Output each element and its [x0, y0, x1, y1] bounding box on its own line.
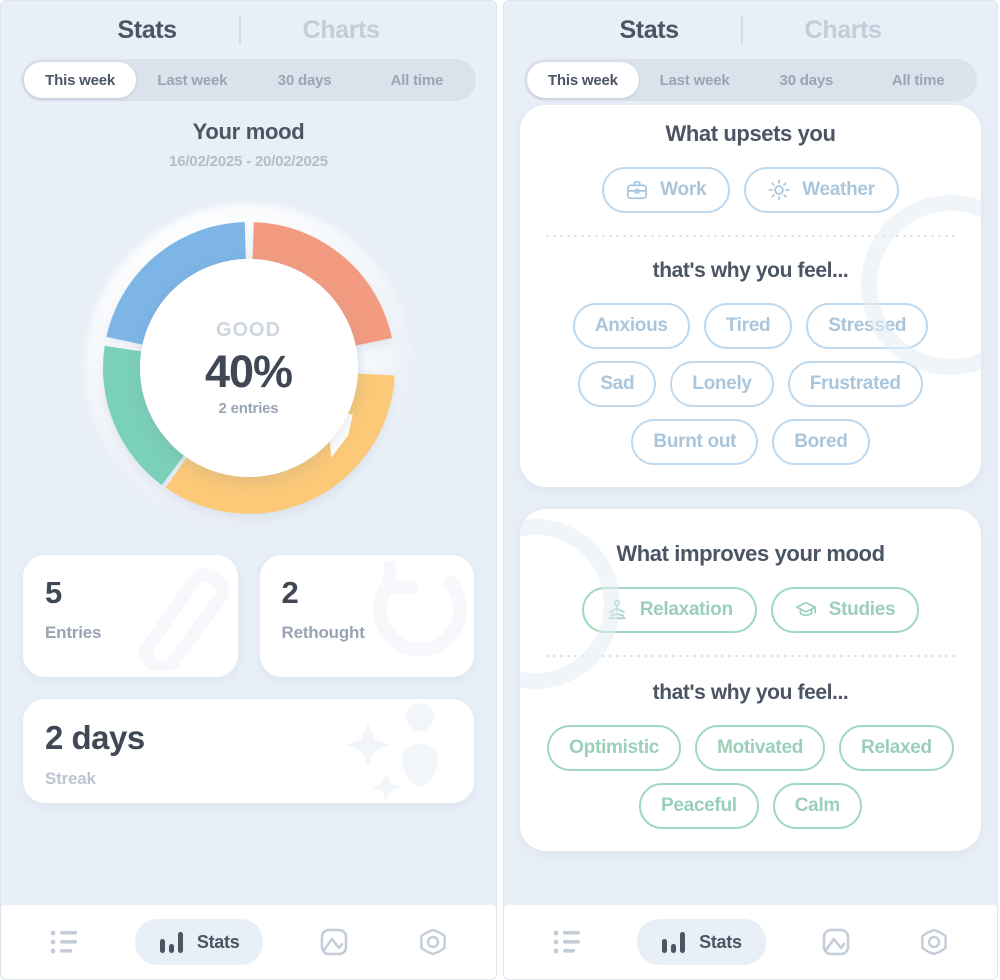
improves-title: What improves your mood: [616, 541, 885, 566]
chip-optimistic[interactable]: Optimistic: [547, 725, 682, 771]
top-tabs-right: Stats Charts: [504, 1, 997, 59]
image-icon: [320, 928, 348, 956]
chip-stressed[interactable]: Stressed: [806, 303, 929, 349]
chip-calm[interactable]: Calm: [772, 783, 863, 829]
chip-frustrated[interactable]: Frustrated: [787, 361, 923, 407]
chip-work[interactable]: Work: [602, 167, 731, 213]
improves-feelings-row-1: Optimistic Motivated Relaxed: [538, 725, 963, 771]
mood-donut-chart: GOOD 40% 2 entries: [23, 170, 474, 565]
period-selector-wrap: This week Last week 30 days All time: [1, 59, 496, 101]
period-tab-all-time-right[interactable]: All time: [862, 62, 974, 98]
divider-dotted-improves: [544, 655, 957, 657]
briefcase-icon: [627, 180, 648, 200]
dual-screenshot-stage: Stats Charts This week Last week 30 days…: [0, 0, 1000, 980]
bar-chart-icon: [662, 932, 686, 953]
improves-factors: Relaxation Studies: [538, 587, 963, 633]
nav-item-stats-right[interactable]: Stats: [637, 919, 766, 965]
chip-bored[interactable]: Bored: [772, 419, 870, 465]
mood-date-range: 16/02/2025 - 20/02/2025: [169, 153, 328, 170]
chip-peaceful[interactable]: Peaceful: [638, 783, 759, 829]
upsets-title: What upsets you: [665, 121, 836, 146]
mood-title: Your mood: [192, 119, 305, 144]
period-tab-30-days[interactable]: 30 days: [249, 62, 361, 98]
chip-weather[interactable]: Weather: [744, 167, 899, 213]
phone-screen-left: Stats Charts This week Last week 30 days…: [0, 0, 497, 980]
tab-stats-right[interactable]: Stats: [558, 16, 741, 45]
period-selector-right: This week Last week 30 days All time: [524, 59, 977, 101]
refresh-icon: [373, 561, 467, 657]
chip-relaxation[interactable]: Relaxation: [581, 587, 757, 633]
improves-feel-title: that's why you feel...: [652, 681, 849, 704]
mood-center-entries: 2 entries: [218, 399, 279, 417]
panel-upsets: What upsets you Work Weather that's why …: [520, 105, 981, 487]
nav-label-stats-right: Stats: [699, 931, 742, 952]
chip-studies-label: Studies: [828, 599, 896, 620]
nav-item-stats[interactable]: Stats: [134, 919, 264, 965]
upsets-feel-title: that's why you feel...: [652, 259, 849, 282]
pencil-icon: [138, 568, 229, 671]
upsets-feelings-row-1: Anxious Tired Stressed: [538, 303, 963, 349]
bar-chart-icon: [159, 932, 183, 953]
card-rethought[interactable]: 2 Rethought: [259, 555, 474, 677]
phone-screen-right: Stats Charts This week Last week 30 days…: [503, 0, 998, 980]
stats-content: Your mood 16/02/2025 - 20/02/2025 GOOD 4…: [1, 101, 496, 905]
meditation-icon: [608, 599, 626, 620]
gear-icon: [419, 928, 446, 956]
stat-cards-row: 5 Entries 2 Rethought: [23, 555, 474, 677]
period-tab-last-week-right[interactable]: Last week: [639, 62, 751, 98]
improves-feelings-row-2: Peaceful Calm: [538, 783, 963, 829]
upsets-feelings-row-2: Sad Lonely Frustrated: [538, 361, 963, 407]
chip-tired[interactable]: Tired: [703, 303, 793, 349]
period-selector: This week Last week 30 days All time: [21, 59, 476, 101]
chip-anxious[interactable]: Anxious: [572, 303, 690, 349]
chip-work-label: Work: [660, 179, 707, 200]
tab-charts[interactable]: Charts: [241, 16, 442, 45]
mood-center-label: GOOD: [215, 318, 282, 341]
nav-item-list[interactable]: [36, 919, 92, 965]
chip-lonely[interactable]: Lonely: [670, 361, 774, 407]
sun-icon: [768, 179, 790, 201]
period-selector-wrap-right: This week Last week 30 days All time: [504, 59, 997, 101]
gear-icon: [921, 928, 947, 956]
nav-item-list-right[interactable]: [539, 919, 595, 965]
list-icon: [50, 930, 78, 954]
mood-center-value: 40%: [204, 345, 293, 397]
period-tab-all-time[interactable]: All time: [361, 62, 473, 98]
period-tab-this-week[interactable]: This week: [24, 62, 137, 98]
divider-dotted-upsets: [544, 235, 957, 237]
top-tabs: Stats Charts: [1, 1, 496, 59]
chip-relaxed[interactable]: Relaxed: [839, 725, 954, 771]
period-tab-last-week[interactable]: Last week: [136, 62, 248, 98]
list-icon: [553, 930, 581, 954]
chip-relaxation-label: Relaxation: [639, 599, 733, 620]
chip-sad[interactable]: Sad: [578, 361, 657, 407]
bottom-nav-left: Stats: [1, 905, 496, 979]
card-entries[interactable]: 5 Entries: [23, 555, 238, 677]
graduation-cap-icon: [795, 601, 816, 617]
panel-improves: What improves your mood Relaxation Studi…: [520, 509, 981, 851]
tab-charts-right[interactable]: Charts: [743, 16, 944, 45]
nav-item-gallery-right[interactable]: [808, 918, 864, 966]
insights-content: What upsets you Work Weather that's why …: [504, 101, 997, 905]
nav-label-stats: Stats: [196, 931, 240, 952]
image-icon: [822, 928, 850, 956]
period-tab-30-days-right[interactable]: 30 days: [751, 62, 863, 98]
upsets-feelings-row-3: Burnt out Bored: [538, 419, 963, 465]
period-tab-this-week-right[interactable]: This week: [527, 62, 639, 98]
upsets-factors: Work Weather: [538, 167, 963, 213]
sparkle-icon: [346, 703, 438, 801]
donut-center-summary: GOOD 40% 2 entries: [139, 258, 358, 477]
nav-item-settings-right[interactable]: [906, 918, 962, 966]
card-streak[interactable]: 2 days Streak: [23, 699, 474, 803]
nav-item-gallery[interactable]: [306, 918, 362, 966]
chip-studies[interactable]: Studies: [770, 587, 920, 633]
chip-burnt-out[interactable]: Burnt out: [631, 419, 759, 465]
chip-weather-label: Weather: [802, 179, 875, 200]
tab-stats[interactable]: Stats: [56, 16, 239, 45]
nav-item-settings[interactable]: [405, 918, 461, 966]
chip-motivated[interactable]: Motivated: [695, 725, 826, 771]
bottom-nav-right: Stats: [504, 905, 997, 979]
